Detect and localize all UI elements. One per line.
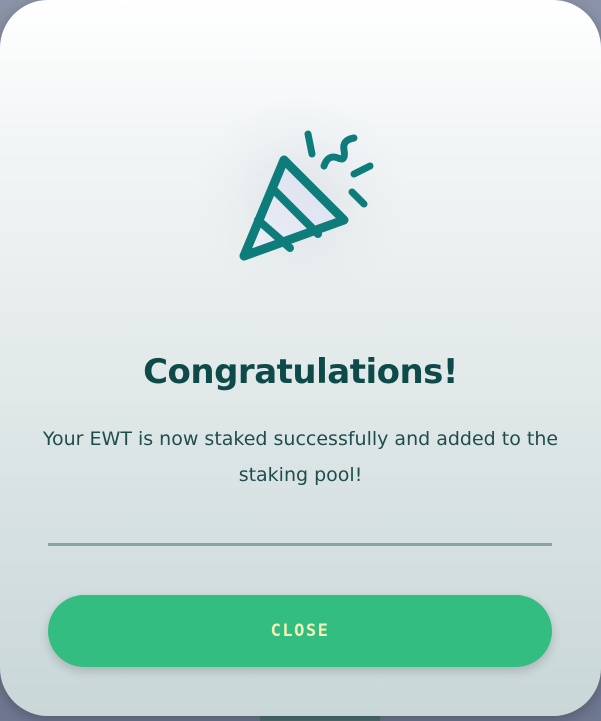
close-button-label: CLOSE — [270, 621, 330, 641]
modal-message: Your EWT is now staked successfully and … — [42, 428, 559, 486]
close-button[interactable]: CLOSE — [48, 595, 552, 667]
divider — [48, 543, 552, 546]
party-popper-icon — [239, 130, 374, 261]
modal-title: Congratulations! — [143, 352, 458, 392]
success-modal: Congratulations! Your EWT is now staked … — [0, 0, 601, 716]
